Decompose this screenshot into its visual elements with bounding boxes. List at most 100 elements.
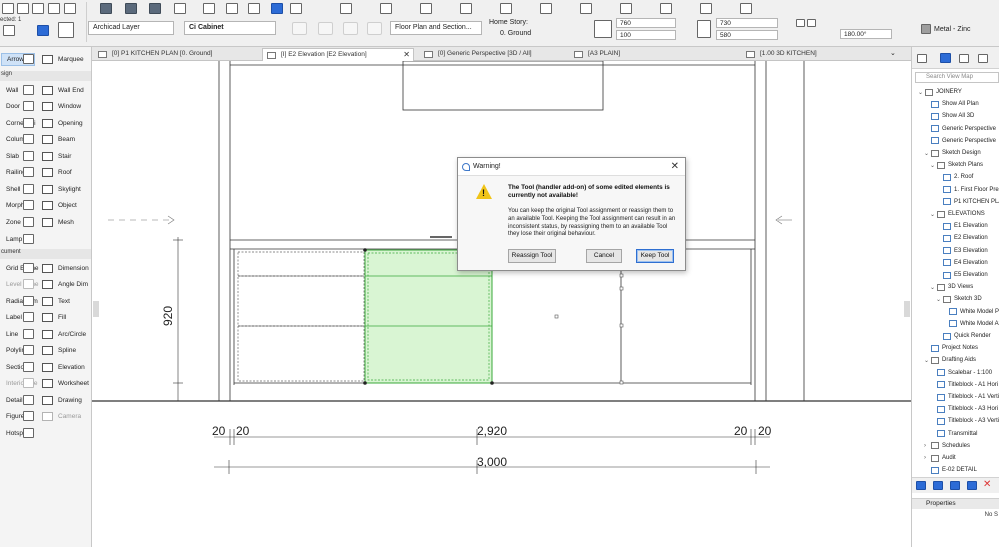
undo-icon[interactable] xyxy=(340,3,352,14)
view-map-item[interactable]: White Model Pe xyxy=(942,306,999,318)
tool-arc-circle[interactable]: Arc/Circle xyxy=(42,328,86,341)
view-map-item[interactable]: ⌄ Sketch 3D xyxy=(936,293,982,305)
tab-p1-kitchen-plan[interactable]: [0] P1 KITCHEN PLAN [0. Ground] xyxy=(94,48,216,61)
view-map-item[interactable]: 1. First Floor Pres xyxy=(936,184,999,196)
view-map-item[interactable]: ⌄ JOINERY xyxy=(918,86,962,98)
view-map-item[interactable]: › Schedules xyxy=(924,440,970,452)
view-map-item[interactable]: E1 Elevation xyxy=(936,220,988,232)
tab-overflow-icon[interactable]: ⌄ xyxy=(890,49,896,57)
tool-stair[interactable]: Stair xyxy=(42,150,71,163)
close-icon[interactable]: ✕ xyxy=(671,161,679,172)
tool-zone[interactable]: Zone xyxy=(1,216,21,229)
anchor-point-icon[interactable] xyxy=(58,22,74,38)
view-map-item[interactable]: Transmittal xyxy=(930,428,977,440)
view-map-item[interactable]: ⌄ Drafting Aids xyxy=(924,354,976,366)
tool-door[interactable]: Door xyxy=(1,100,20,113)
tool-label[interactable]: Label xyxy=(1,311,22,324)
cursor-snap-icon[interactable] xyxy=(125,3,137,14)
publisher-icon[interactable] xyxy=(978,54,988,63)
view-map-item[interactable]: Titleblock - A1 Hori xyxy=(930,379,998,391)
width-bottom-field[interactable]: 580 xyxy=(716,30,778,40)
tool-spline[interactable]: Spline xyxy=(42,344,76,357)
element-name-dropdown[interactable]: Ci Cabinet xyxy=(184,21,276,35)
grid-icon[interactable] xyxy=(17,3,29,14)
settings-icon[interactable] xyxy=(967,481,977,490)
gravity-icon[interactable] xyxy=(203,3,215,14)
right-scroll-handle[interactable] xyxy=(904,301,910,317)
cancel-button[interactable]: Cancel xyxy=(586,249,622,263)
view-map-item[interactable]: ⌄ Sketch Plans xyxy=(930,159,983,171)
resize-icon[interactable] xyxy=(700,3,712,14)
tab-e2-elevation[interactable]: [I] E2 Elevation [E2 Elevation] ✕ xyxy=(262,48,414,61)
chevron-down-icon[interactable]: ⌄ xyxy=(918,89,925,96)
folder-icon[interactable] xyxy=(950,481,960,490)
view-map-item[interactable]: Scalebar - 1:100 xyxy=(930,367,992,379)
chevron-down-icon[interactable]: ⌄ xyxy=(936,296,943,303)
tool-camera[interactable]: Camera xyxy=(42,410,81,423)
view-map-item[interactable]: E3 Elevation xyxy=(936,245,988,257)
zoom-icon[interactable] xyxy=(248,3,260,14)
tool-drawing[interactable]: Drawing xyxy=(42,394,82,407)
tool-text[interactable]: Text xyxy=(42,295,70,308)
pointer-icon[interactable] xyxy=(2,3,14,14)
tool-lamp[interactable]: Lamp xyxy=(1,233,22,246)
view-map-item[interactable]: Generic Perspective xyxy=(924,123,996,135)
tab-a3-plain[interactable]: [A3 PLAIN] xyxy=(570,48,624,61)
tool-shell[interactable]: Shell xyxy=(1,183,20,196)
view-map-item[interactable]: Quick Render xyxy=(936,330,991,342)
tool-wall[interactable]: Wall xyxy=(1,84,18,97)
measure-icon[interactable] xyxy=(420,3,432,14)
view-map-item[interactable]: Show All 3D xyxy=(924,110,974,122)
arrow-cursor-icon[interactable] xyxy=(100,3,112,14)
layers-icon[interactable] xyxy=(226,3,238,14)
layout-book-icon[interactable] xyxy=(959,54,969,63)
stretch-icon[interactable] xyxy=(660,3,672,14)
angle-field[interactable]: 180.00° xyxy=(840,29,892,39)
view-map-item[interactable]: Show All Plan xyxy=(924,98,979,110)
height-bottom-field[interactable]: 100 xyxy=(616,30,676,40)
chevron-down-icon[interactable]: ⌄ xyxy=(930,211,937,218)
link-icon[interactable] xyxy=(796,19,805,27)
drag-icon[interactable] xyxy=(500,3,512,14)
chevron-down-icon[interactable]: ⌄ xyxy=(924,357,931,364)
tool-line[interactable]: Line xyxy=(1,328,18,341)
floor-plan-section-button[interactable]: Floor Plan and Section... xyxy=(390,21,482,35)
home-story-value[interactable]: 0. Ground xyxy=(500,30,531,37)
material-value[interactable]: Metal - Zinc xyxy=(934,26,971,33)
drawing-canvas[interactable]: 920 20 20 2,920 20 20 3,000 xyxy=(92,61,911,547)
tab-close-icon[interactable]: ✕ xyxy=(403,50,410,59)
rotated-rectangle-icon[interactable] xyxy=(37,25,49,36)
view-map-item[interactable]: E2 Elevation xyxy=(936,232,988,244)
chevron-right-icon[interactable]: › xyxy=(924,443,931,449)
view-map-item[interactable]: ⌄ ELEVATIONS xyxy=(930,208,985,220)
tool-slab[interactable]: Slab xyxy=(1,150,19,163)
tab-3d-kitchen[interactable]: [1.00 3D KITCHEN] xyxy=(742,48,821,61)
view-map-icon[interactable] xyxy=(940,53,951,63)
view-map-item[interactable]: Project Notes xyxy=(924,342,978,354)
clone-icon[interactable] xyxy=(933,481,943,490)
left-scroll-handle[interactable] xyxy=(93,301,99,317)
offset-icon[interactable] xyxy=(460,3,472,14)
view-map-item[interactable]: 2. Roof xyxy=(936,171,973,183)
tool-beam[interactable]: Beam xyxy=(42,133,75,146)
project-map-icon[interactable] xyxy=(917,54,927,63)
mirror-icon[interactable] xyxy=(580,3,592,14)
rotate-icon[interactable] xyxy=(540,3,552,14)
width-top-field[interactable]: 730 xyxy=(716,18,778,28)
chevron-down-icon[interactable]: ⌄ xyxy=(930,284,937,291)
tool-worksheet[interactable]: Worksheet xyxy=(42,377,89,390)
split-icon[interactable] xyxy=(740,3,752,14)
view-map-item[interactable]: Generic Perspective xyxy=(924,135,996,147)
view-map-item[interactable]: › Audit xyxy=(924,452,956,464)
tab-generic-perspective[interactable]: [0] Generic Perspective [3D / All] xyxy=(420,48,536,61)
tool-morph[interactable]: Morph xyxy=(1,199,24,212)
tool-opening[interactable]: Opening xyxy=(42,117,83,130)
view-map-search[interactable]: Search View Map xyxy=(915,72,999,83)
teamwork-icon[interactable] xyxy=(271,3,283,14)
view-map-item[interactable]: E4 Elevation xyxy=(936,257,988,269)
tool-roof[interactable]: Roof xyxy=(42,166,72,179)
hash-grid-icon[interactable] xyxy=(174,3,186,14)
view-map-item[interactable]: P1 KITCHEN PLAN xyxy=(936,196,999,208)
suspend-groups-icon[interactable] xyxy=(149,3,161,14)
delete-icon[interactable]: ✕ xyxy=(983,479,991,490)
